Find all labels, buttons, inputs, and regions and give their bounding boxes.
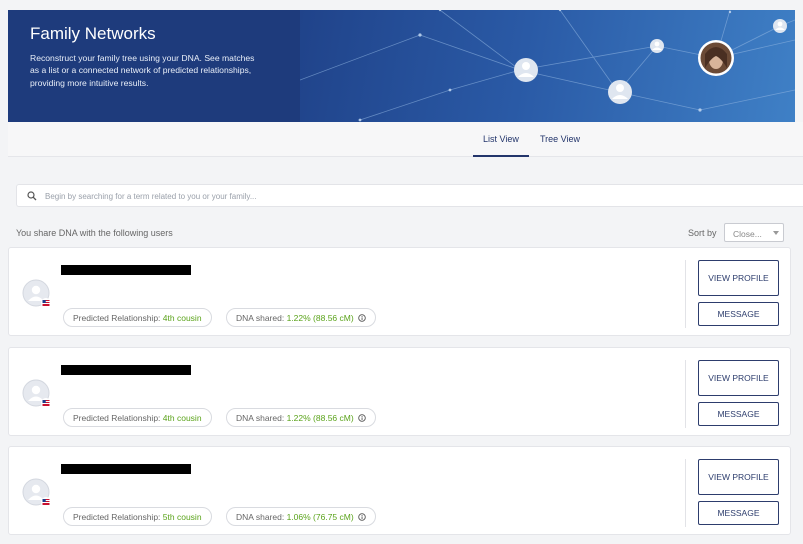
dna-label: DNA shared: [236, 313, 285, 323]
dna-label: DNA shared: [236, 413, 285, 423]
relationship-value: 4th cousin [162, 313, 202, 323]
sort-select[interactable]: Close... [724, 223, 784, 242]
default-avatar-icon [22, 478, 51, 507]
dna-value: 1.22% (88.56 cM) [286, 413, 354, 423]
share-dna-caption: You share DNA with the following users [16, 228, 173, 238]
relationship-value: 5th cousin [162, 512, 202, 522]
node-avatar-2 [608, 80, 632, 104]
view-profile-button[interactable]: View Profile [698, 360, 779, 396]
search-bar [16, 184, 803, 207]
dna-value: 1.06% (76.75 cM) [286, 512, 354, 522]
page-title: Family Networks [30, 24, 156, 43]
match-card: Predicted Relationship: 5th cousin DNA s… [8, 446, 791, 535]
tab-list-view[interactable]: List View [483, 134, 519, 144]
match-card: Predicted Relationship: 4th cousin DNA s… [8, 247, 791, 336]
redacted-name [61, 265, 191, 275]
us-flag-icon [41, 497, 51, 507]
info-icon[interactable] [358, 513, 366, 521]
relationship-pill: Predicted Relationship: 4th cousin [63, 308, 212, 327]
hero-banner: Family Networks Reconstruct your family … [8, 10, 795, 122]
chevron-down-icon [773, 231, 779, 235]
sort-label: Sort by [688, 228, 717, 238]
relationship-label: Predicted Relationship: [73, 413, 161, 423]
node-avatar-3 [650, 39, 664, 53]
view-profile-button[interactable]: View Profile [698, 459, 779, 495]
relationship-pill: Predicted Relationship: 4th cousin [63, 408, 212, 427]
search-input[interactable] [45, 189, 745, 203]
message-button[interactable]: Message [698, 302, 779, 326]
dna-shared-pill: DNA shared: 1.22% (88.56 cM) [226, 308, 377, 327]
default-avatar-icon [22, 379, 51, 408]
dna-label: DNA shared: [236, 512, 285, 522]
info-icon[interactable] [358, 314, 366, 322]
sort-select-value: Close... [733, 229, 762, 239]
dna-shared-pill: DNA shared: 1.22% (88.56 cM) [226, 408, 377, 427]
relationship-value: 4th cousin [162, 413, 202, 423]
info-icon[interactable] [358, 414, 366, 422]
card-divider [685, 360, 686, 428]
match-card: Predicted Relationship: 4th cousin DNA s… [8, 347, 791, 436]
card-divider [685, 459, 686, 527]
relationship-label: Predicted Relationship: [73, 313, 161, 323]
dna-shared-pill: DNA shared: 1.06% (76.75 cM) [226, 507, 377, 526]
us-flag-icon [41, 298, 51, 308]
view-tabs: List View Tree View [8, 122, 803, 157]
dna-value: 1.22% (88.56 cM) [286, 313, 354, 323]
node-photo-user [698, 40, 734, 76]
card-divider [685, 260, 686, 328]
redacted-name [61, 365, 191, 375]
node-avatar-1 [514, 58, 538, 82]
default-avatar-icon [22, 279, 51, 308]
search-icon [27, 191, 37, 201]
relationship-label: Predicted Relationship: [73, 512, 161, 522]
active-tab-indicator [473, 155, 529, 157]
view-profile-button[interactable]: View Profile [698, 260, 779, 296]
network-graphic [300, 10, 795, 122]
hero-description: Reconstruct your family tree using your … [30, 53, 255, 88]
redacted-name [61, 464, 191, 474]
message-button[interactable]: Message [698, 402, 779, 426]
relationship-pill: Predicted Relationship: 5th cousin [63, 507, 212, 526]
message-button[interactable]: Message [698, 501, 779, 525]
node-avatar-4 [773, 19, 787, 33]
us-flag-icon [41, 398, 51, 408]
tab-tree-view[interactable]: Tree View [540, 134, 580, 144]
